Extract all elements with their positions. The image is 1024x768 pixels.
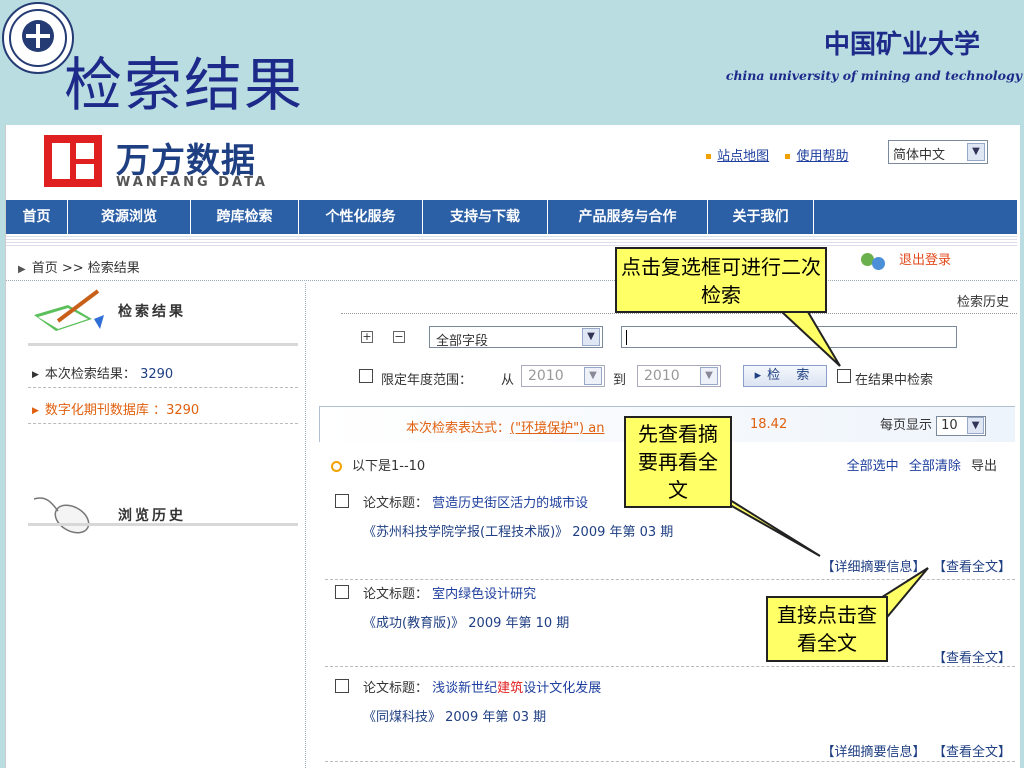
- record-title-link[interactable]: 室内绿色设计研究: [432, 587, 536, 602]
- select-all-link[interactable]: 全部选中: [847, 459, 899, 474]
- triangle-right-icon: ▶: [32, 369, 39, 380]
- record-links: 【详细摘要信息】 【查看全文】: [807, 556, 1011, 575]
- sidebar-item-journal-db[interactable]: ▶ 数字化期刊数据库 ：3290: [32, 399, 199, 418]
- main-nav: 首页 资源浏览 跨库检索 个性化服务 支持与下载 产品服务与合作 关于我们: [6, 200, 1017, 234]
- slide-title: 检索结果: [64, 51, 305, 119]
- sidebar-section-results: 检索结果: [28, 285, 298, 346]
- record-checkbox[interactable]: [335, 494, 349, 508]
- callout-abstract-tip: 先查看摘要再看全文: [624, 416, 732, 508]
- nav-home[interactable]: 首页: [6, 200, 68, 234]
- divider: [6, 236, 1017, 246]
- search-in-results-checkbox[interactable]: [837, 369, 851, 383]
- wanfang-search-page: 万方数据 WANFANG DATA 站点地图 使用帮助 简体中文 ▼ 首页 资源…: [5, 125, 1020, 768]
- triangle-right-icon: ▶: [18, 264, 26, 275]
- sidebar-section-history: 浏览历史: [28, 489, 298, 541]
- limit-year-checkbox[interactable]: [359, 369, 373, 383]
- sidebar: 检索结果 ▶ 本次检索结果： 3290 ▶ 数字化期刊数据库 ：3290 浏览历史: [6, 283, 306, 768]
- abstract-link[interactable]: 【详细摘要信息】: [821, 560, 925, 575]
- search-button[interactable]: ▸检 索: [743, 365, 827, 387]
- record-checkbox[interactable]: [335, 679, 349, 693]
- chevron-down-icon: ▼: [967, 143, 985, 161]
- record-links: 【查看全文】: [919, 647, 1011, 666]
- expression-query[interactable]: ("环境保护") an: [510, 421, 604, 436]
- university-name-en: china university of mining and technolog…: [725, 68, 1022, 83]
- chevron-down-icon: ▼: [582, 328, 600, 346]
- wanfang-logo-icon: [44, 135, 102, 187]
- abstract-link[interactable]: 【详细摘要信息】: [821, 745, 925, 760]
- search-input[interactable]: [621, 326, 957, 348]
- nav-cross-search[interactable]: 跨库检索: [191, 200, 299, 234]
- result-actions: 全部选中 全部清除 导出: [841, 455, 997, 474]
- writing-icon: [34, 289, 104, 331]
- search-in-results-label: 在结果中检索: [855, 373, 934, 388]
- record-source[interactable]: 《同煤科技》 2009 年第 03 期: [363, 706, 546, 725]
- search-history-link[interactable]: 检索历史: [957, 291, 1009, 310]
- logout-link[interactable]: 退出登录: [861, 249, 951, 271]
- users-icon: [861, 251, 889, 271]
- record-title-link[interactable]: 浅谈新世纪建筑设计文化发展: [432, 681, 601, 696]
- sitemap-link[interactable]: 站点地图: [717, 149, 769, 164]
- record-title-link[interactable]: 营造历史街区活力的城市设: [432, 496, 588, 511]
- fulltext-link[interactable]: 【查看全文】: [933, 651, 1011, 666]
- top-links: 站点地图 使用帮助: [706, 145, 860, 164]
- expression-label: 本次检索表达式：: [406, 421, 511, 436]
- brand-name-en: WANFANG DATA: [116, 175, 268, 190]
- chevron-down-icon: ▼: [700, 367, 718, 385]
- results-range: 以下是1--10: [331, 455, 425, 474]
- breadcrumb: ▶ 首页 >> 检索结果: [18, 261, 140, 276]
- fulltext-link[interactable]: 【查看全文】: [939, 560, 1011, 575]
- triangle-right-icon: ▶: [32, 405, 39, 416]
- chevron-down-icon: ▼: [584, 367, 602, 385]
- field-select[interactable]: 全部字段 ▼: [429, 326, 603, 349]
- chevron-down-icon: ▼: [967, 416, 985, 434]
- from-year-select[interactable]: 2010 ▼: [521, 365, 605, 387]
- limit-year-label: 限定年度范围：: [381, 373, 473, 388]
- record-checkbox[interactable]: [335, 585, 349, 599]
- bullet-icon: [785, 154, 791, 159]
- language-select[interactable]: 简体中文 ▼: [888, 140, 988, 164]
- help-link[interactable]: 使用帮助: [796, 149, 848, 164]
- results-main: 检索历史 + − 全部字段 ▼ 限定年度范围： 从 2010 ▼ 到 2010 …: [311, 283, 1017, 768]
- per-page-select[interactable]: 10 ▼: [936, 415, 987, 436]
- bullet-icon: [706, 154, 711, 159]
- callout-fulltext-tip: 直接点击查看全文: [766, 596, 888, 662]
- divider: [6, 280, 1017, 281]
- nav-personal-service[interactable]: 个性化服务: [299, 200, 423, 234]
- from-label: 从: [501, 373, 515, 388]
- university-name-cn: 中国矿业大学: [823, 30, 980, 60]
- clear-all-link[interactable]: 全部清除: [909, 459, 961, 474]
- plus-icon[interactable]: +: [361, 331, 373, 343]
- mouse-icon: [33, 497, 90, 534]
- nav-about-us[interactable]: 关于我们: [708, 200, 814, 234]
- fulltext-link[interactable]: 【查看全文】: [939, 745, 1011, 760]
- slide-header: 检索结果 中国矿业大学 china university of mining a…: [0, 0, 1024, 120]
- to-year-select[interactable]: 2010 ▼: [637, 365, 721, 387]
- callout-checkbox-tip: 点击复选框可进行二次检索: [615, 247, 827, 313]
- nav-products-cooperation[interactable]: 产品服务与合作: [548, 200, 708, 234]
- to-label: 到: [613, 373, 627, 388]
- search-time: 18.42: [750, 417, 788, 432]
- export-link[interactable]: 导出: [971, 459, 997, 474]
- nav-support-download[interactable]: 支持与下载: [423, 200, 548, 234]
- per-page: 每页显示 10 ▼: [880, 414, 987, 436]
- sidebar-item-this-results[interactable]: ▶ 本次检索结果： 3290: [32, 363, 173, 382]
- record-source[interactable]: 《成功(教育版)》 2009 年第 10 期: [363, 612, 569, 631]
- record-source[interactable]: 《苏州科技学院学报(工程技术版)》 2009 年第 03 期: [363, 521, 673, 540]
- minus-icon[interactable]: −: [393, 331, 405, 343]
- record-links: 【详细摘要信息】 【查看全文】: [807, 741, 1011, 760]
- circle-icon: [331, 461, 342, 472]
- nav-resource-browse[interactable]: 资源浏览: [68, 200, 191, 234]
